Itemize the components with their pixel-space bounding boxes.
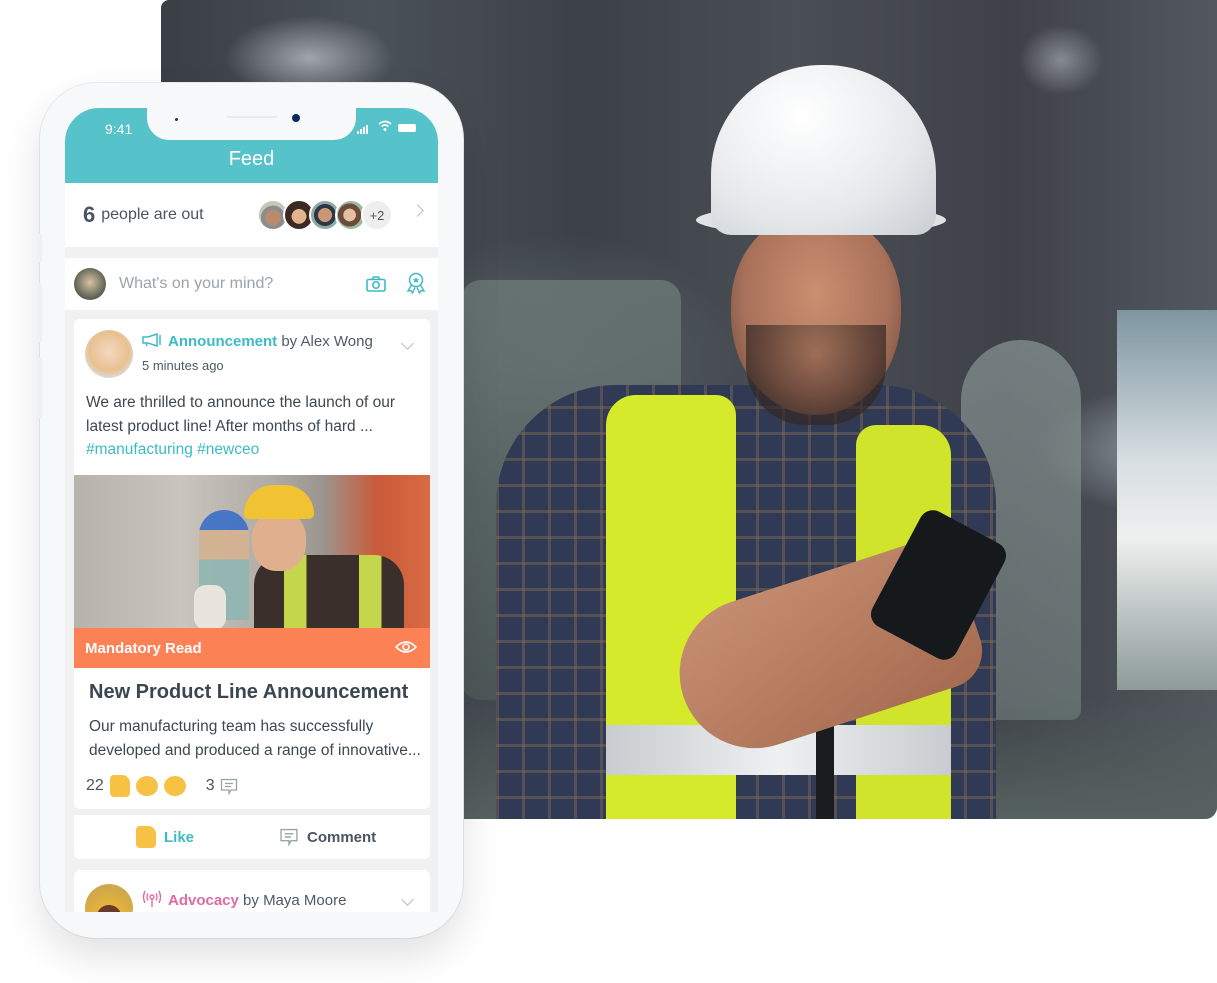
speaker-grille [227, 116, 277, 118]
wifi-icon [378, 120, 392, 131]
app-screen: 9:41 Feed 6 people are out +2 What's on … [65, 108, 438, 912]
post-author[interactable]: Maya Moore [263, 892, 346, 909]
post-actions: Like Comment [74, 815, 430, 859]
author-prefix: by [243, 892, 259, 909]
comment-label: Comment [307, 828, 377, 846]
people-out-row[interactable]: 6 people are out +2 [65, 183, 438, 247]
post-author[interactable]: Alex Wong [301, 333, 373, 350]
more-people-badge: +2 [361, 199, 393, 231]
like-label: Like [164, 828, 195, 846]
comment-icon [220, 778, 237, 795]
image-face [252, 511, 306, 571]
image-worker [244, 485, 404, 628]
author-avatar[interactable] [85, 330, 133, 378]
chevron-right-icon[interactable] [411, 204, 424, 217]
reaction-summary[interactable]: 22 3 [86, 775, 238, 797]
post-image[interactable] [74, 475, 430, 628]
image-hard-hat [244, 485, 314, 519]
article-description-line: developed and produced a range of innova… [89, 742, 421, 759]
phone-notch [147, 108, 356, 140]
front-camera [292, 114, 300, 122]
status-time: 9:41 [105, 121, 133, 137]
composer[interactable]: What's on your mind? [65, 258, 438, 310]
broadcast-icon [142, 890, 162, 907]
worker-beard [746, 325, 886, 425]
eye-icon[interactable] [395, 640, 417, 654]
like-button[interactable]: Like [136, 815, 194, 859]
page-title: Feed [228, 148, 275, 170]
crying-reaction-icon [163, 776, 186, 796]
composer-input[interactable]: What's on your mind? [119, 275, 273, 293]
people-out-label: people are out [101, 206, 204, 223]
article-title[interactable]: New Product Line Announcement [89, 681, 408, 704]
megaphone-icon [142, 332, 161, 348]
phone-volume-button [38, 283, 42, 343]
comment-button[interactable]: Comment [279, 815, 376, 859]
thumbs-up-icon [136, 826, 156, 848]
post-timestamp: 5 minutes ago [142, 358, 224, 373]
sensor-dot [175, 118, 178, 121]
article-description-line: Our manufacturing team has successfully [89, 718, 374, 735]
thumbs-up-reaction-icon [109, 775, 130, 797]
camera-icon[interactable] [366, 276, 386, 292]
phone-side-button [38, 233, 42, 263]
author-avatar[interactable] [85, 884, 133, 912]
post-category[interactable]: Advocacy [168, 892, 239, 909]
author-prefix: by [281, 333, 298, 350]
article-description: Our manufacturing team has successfully … [89, 715, 429, 763]
image-thumbs-up-glove [194, 585, 226, 628]
post-category[interactable]: Announcement [168, 333, 277, 350]
comment-icon [280, 828, 298, 846]
feed-post: Announcement by Alex Wong 5 minutes ago … [74, 319, 430, 809]
photo-worker [496, 65, 1011, 819]
phone-mockup: 9:41 Feed 6 people are out +2 What's on … [38, 83, 463, 938]
comment-count: 3 [205, 777, 215, 794]
post-header: Announcement by Alex Wong 5 minutes ago [74, 319, 430, 379]
feed-post: Advocacy by Maya Moore [74, 870, 430, 912]
post-meta: Advocacy by Maya Moore [142, 890, 346, 909]
chevron-down-icon[interactable] [401, 893, 414, 906]
post-text: We are thrilled to announce the launch o… [86, 394, 396, 435]
post-header: Advocacy by Maya Moore [74, 870, 430, 912]
phone-volume-button [38, 358, 42, 418]
signal-icon [357, 124, 368, 134]
hard-hat [711, 65, 936, 235]
mandatory-read-label: Mandatory Read [85, 639, 202, 657]
award-icon[interactable] [406, 272, 426, 294]
people-out-avatars: +2 [257, 199, 393, 231]
photo-background-window [1117, 310, 1217, 690]
post-body: We are thrilled to announce the launch o… [74, 379, 430, 462]
post-hashtags[interactable]: #manufacturing #newceo [86, 438, 418, 462]
mandatory-read-banner: Mandatory Read [74, 628, 430, 668]
reaction-count: 22 [86, 777, 104, 794]
people-out-count: 6 [83, 202, 96, 227]
post-meta: Announcement by Alex Wong [142, 332, 373, 350]
laughing-reaction-icon [135, 776, 158, 796]
chevron-down-icon[interactable] [401, 337, 414, 350]
app-header: 9:41 Feed [65, 108, 438, 183]
battery-icon [398, 124, 416, 132]
current-user-avatar [74, 268, 106, 300]
